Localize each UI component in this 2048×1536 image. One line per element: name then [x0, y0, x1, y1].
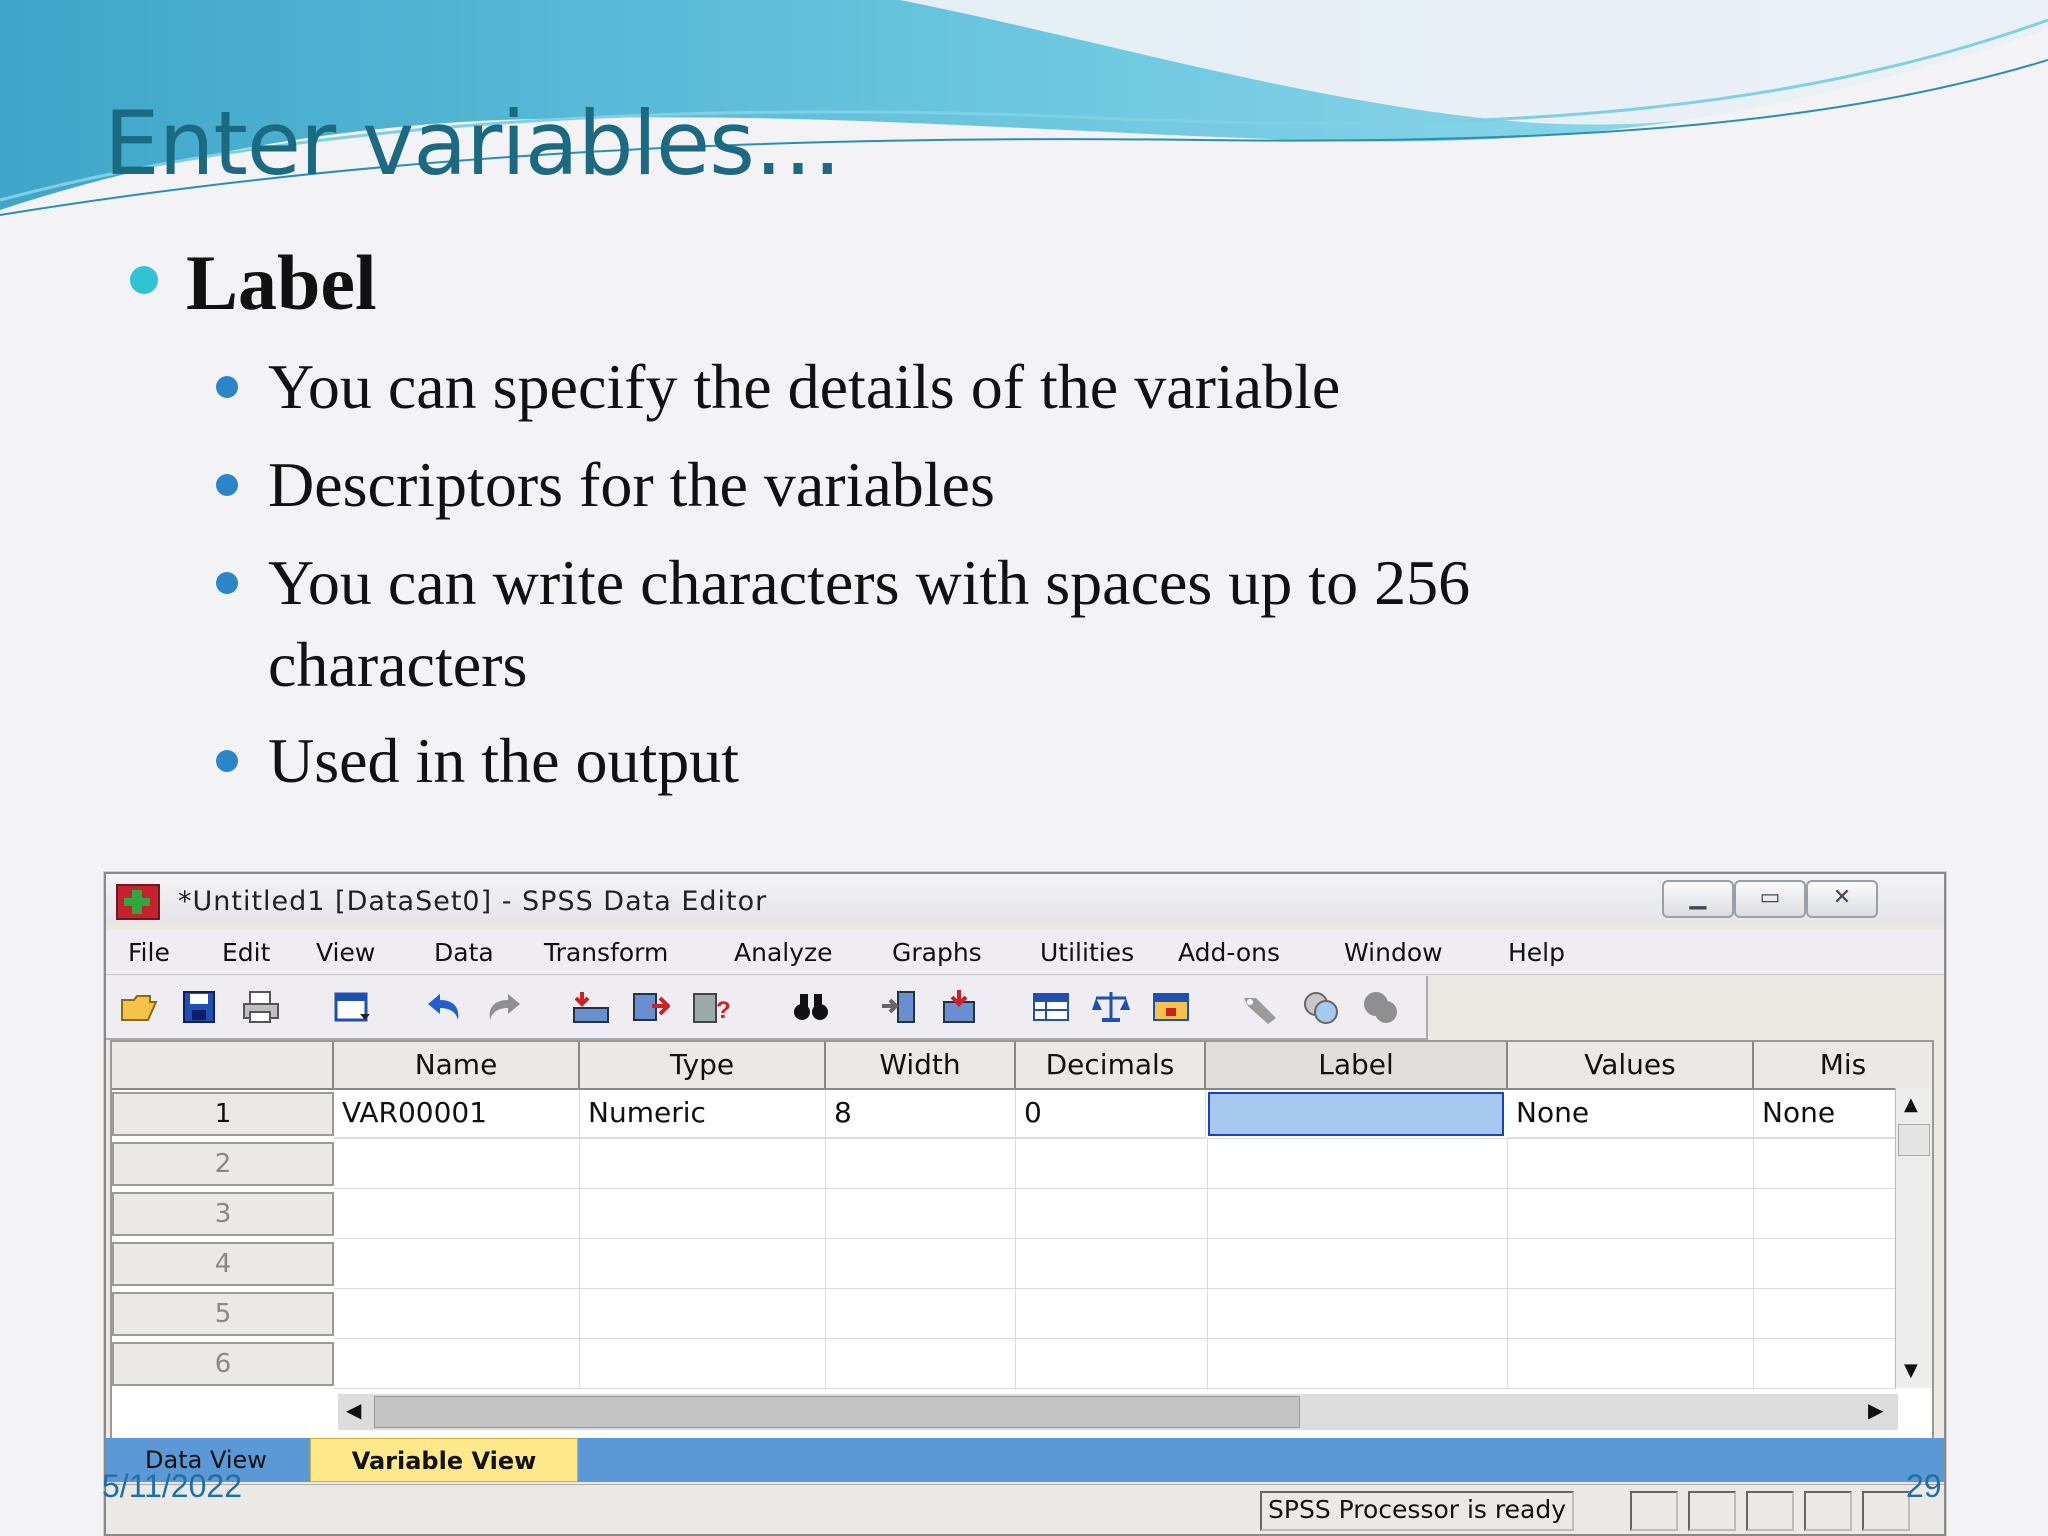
print-icon[interactable] — [242, 990, 280, 1024]
minimize-button[interactable]: ▁ — [1662, 880, 1734, 918]
insert-variable-icon[interactable] — [880, 990, 918, 1024]
row-header[interactable]: 2 — [112, 1142, 334, 1186]
svg-text:?: ? — [716, 997, 730, 1024]
spss-data-editor-window: *Untitled1 [DataSet0] - SPSS Data Editor… — [104, 872, 1946, 1536]
slide-title: Enter variables… — [104, 92, 842, 195]
sub-bullet-dot — [216, 474, 238, 496]
empty-grid-rows[interactable] — [334, 1138, 1896, 1390]
slide: Enter variables… Label You can specify t… — [0, 0, 2048, 1536]
bullet-dot — [130, 266, 158, 294]
scroll-up-arrow-icon[interactable]: ▲ — [1904, 1094, 1918, 1115]
menu-utilities[interactable]: Utilities — [1040, 938, 1134, 967]
row-header[interactable]: 6 — [112, 1342, 334, 1386]
dialog-recall-icon[interactable] — [334, 990, 372, 1024]
column-header-label[interactable]: Label — [1206, 1042, 1508, 1090]
spss-app-icon — [116, 884, 160, 920]
grid-divider — [1507, 1138, 1508, 1390]
menu-add-ons[interactable]: Add-ons — [1178, 938, 1280, 967]
slide-date: 5/11/2022 — [102, 1468, 242, 1504]
grid-divider — [825, 1138, 826, 1390]
slide-page-number: 29 — [1906, 1468, 1942, 1504]
status-text: SPSS Processor is ready — [1260, 1491, 1574, 1531]
cell-missing[interactable]: None — [1754, 1090, 1896, 1138]
tab-variable-view[interactable]: Variable View — [310, 1438, 578, 1482]
cell-name[interactable]: VAR00001 — [334, 1090, 580, 1138]
menu-help[interactable]: Help — [1508, 938, 1565, 967]
scroll-left-arrow-icon[interactable]: ◀ — [346, 1398, 361, 1422]
column-header-missing[interactable]: Mis — [1754, 1042, 1932, 1090]
column-header-name[interactable]: Name — [334, 1042, 580, 1090]
goto-case-icon[interactable] — [572, 990, 610, 1024]
window-title: *Untitled1 [DataSet0] - SPSS Data Editor — [178, 886, 768, 917]
cell-decimals[interactable]: 0 — [1016, 1090, 1206, 1138]
undo-icon[interactable] — [426, 990, 464, 1024]
menu-analyze[interactable]: Analyze — [734, 938, 833, 967]
sub-bullet-text-continued: characters — [268, 629, 528, 700]
row-header[interactable]: 4 — [112, 1242, 334, 1286]
column-header-width[interactable]: Width — [826, 1042, 1016, 1090]
find-icon[interactable] — [792, 990, 830, 1024]
column-header-type[interactable]: Type — [580, 1042, 826, 1090]
cell-type[interactable]: Numeric — [580, 1090, 826, 1138]
save-icon[interactable] — [180, 990, 218, 1024]
sub-bullet-text: Used in the output — [268, 725, 740, 796]
sub-bullet-dot — [216, 750, 238, 772]
corner-header[interactable] — [112, 1042, 334, 1090]
menu-view[interactable]: View — [316, 938, 375, 967]
grid-divider — [579, 1138, 580, 1390]
menu-file[interactable]: File — [128, 938, 170, 967]
toolbar: ? — [106, 976, 1428, 1040]
maximize-button[interactable]: ▭ — [1734, 880, 1806, 918]
grid-divider — [1753, 1138, 1754, 1390]
menu-edit[interactable]: Edit — [222, 938, 270, 967]
status-pane — [1804, 1491, 1852, 1531]
spell-icon[interactable] — [1362, 990, 1400, 1024]
row-header[interactable]: 3 — [112, 1192, 334, 1236]
cell-values[interactable]: None — [1508, 1090, 1754, 1138]
scroll-down-arrow-icon[interactable]: ▼ — [1904, 1360, 1918, 1381]
vertical-scroll-thumb[interactable] — [1898, 1124, 1930, 1156]
grid-divider — [1015, 1138, 1016, 1390]
horizontal-scroll-thumb[interactable] — [374, 1396, 1300, 1428]
sub-bullet-text: You can specify the details of the varia… — [268, 351, 1341, 422]
menubar: File Edit View Data Transform Analyze Gr… — [106, 930, 1944, 975]
grid-divider — [1207, 1138, 1208, 1390]
column-header-values[interactable]: Values — [1508, 1042, 1754, 1090]
window-titlebar[interactable]: *Untitled1 [DataSet0] - SPSS Data Editor… — [106, 874, 1944, 924]
status-pane — [1630, 1491, 1678, 1531]
variables-icon[interactable]: ? — [692, 990, 730, 1024]
menu-window[interactable]: Window — [1344, 938, 1443, 967]
menu-graphs[interactable]: Graphs — [892, 938, 982, 967]
menu-data[interactable]: Data — [434, 938, 494, 967]
row-header[interactable]: 5 — [112, 1292, 334, 1336]
show-all-icon[interactable] — [1302, 990, 1340, 1024]
split-file-icon[interactable] — [940, 990, 978, 1024]
sub-bullet-text: Descriptors for the variables — [268, 449, 995, 520]
scroll-right-arrow-icon[interactable]: ▶ — [1868, 1398, 1883, 1422]
weight-cases-icon[interactable] — [1092, 990, 1130, 1024]
status-pane — [1688, 1491, 1736, 1531]
status-pane — [1862, 1491, 1910, 1531]
horizontal-scrollbar[interactable]: ◀ ▶ — [338, 1394, 1898, 1430]
open-folder-icon[interactable] — [120, 990, 158, 1024]
select-cases-icon[interactable] — [1032, 990, 1070, 1024]
insert-case-icon[interactable] — [632, 990, 670, 1024]
value-labels-icon[interactable] — [1152, 990, 1190, 1024]
sub-bullet-dot — [216, 572, 238, 594]
view-tabs: Data View Variable View — [106, 1438, 1944, 1482]
column-header-decimals[interactable]: Decimals — [1016, 1042, 1206, 1090]
sub-bullet-dot — [216, 376, 238, 398]
vertical-scrollbar[interactable]: ▲ ▼ — [1895, 1088, 1932, 1388]
row-header[interactable]: 1 — [112, 1092, 334, 1136]
use-sets-icon[interactable] — [1242, 990, 1280, 1024]
status-bar: SPSS Processor is ready — [106, 1484, 1944, 1533]
sub-bullet-text: You can write characters with spaces up … — [268, 547, 1471, 618]
cell-label-selected[interactable] — [1208, 1092, 1504, 1136]
status-pane — [1746, 1491, 1794, 1531]
redo-icon[interactable] — [484, 990, 522, 1024]
cell-width[interactable]: 8 — [826, 1090, 1016, 1138]
close-button[interactable]: ✕ — [1806, 880, 1878, 918]
variable-grid: Name Type Width Decimals Label Values Mi… — [110, 1040, 1934, 1440]
menu-transform[interactable]: Transform — [544, 938, 668, 967]
